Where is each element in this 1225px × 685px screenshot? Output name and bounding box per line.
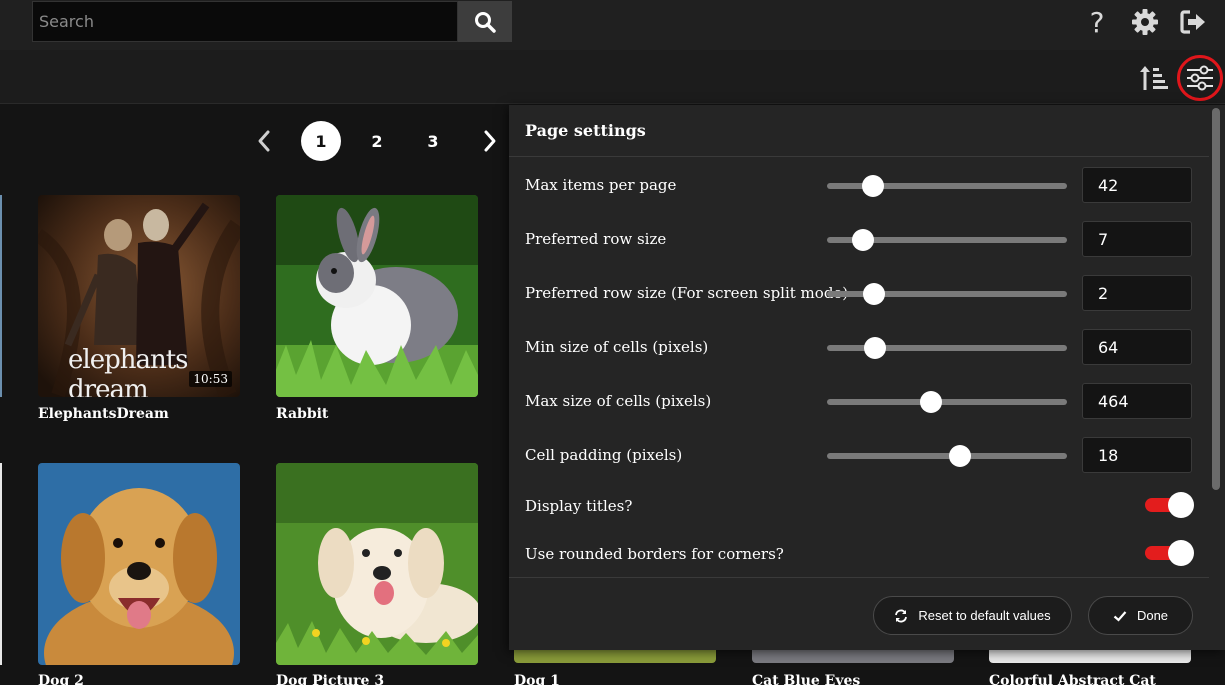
max-cell-size-field[interactable]: 464 xyxy=(1082,383,1192,419)
setting-label: Min size of cells (pixels) xyxy=(525,338,709,356)
setting-label: Max size of cells (pixels) xyxy=(525,392,712,410)
gallery-item-thumbnail[interactable] xyxy=(276,463,478,665)
search-icon xyxy=(475,11,496,33)
cell-padding-slider[interactable] xyxy=(827,445,1067,467)
max-items-slider[interactable] xyxy=(827,175,1067,197)
previous-page-icon[interactable] xyxy=(254,129,274,153)
page-button-1[interactable]: 1 xyxy=(301,121,341,161)
gallery-item-thumbnail[interactable] xyxy=(514,650,716,663)
panel-scrollbar[interactable] xyxy=(1212,108,1220,490)
page-settings-button[interactable] xyxy=(1177,55,1223,101)
page-button-2[interactable]: 2 xyxy=(357,121,397,161)
done-label: Done xyxy=(1136,608,1169,623)
toolbar xyxy=(0,50,1225,104)
slider-thumb[interactable] xyxy=(864,337,886,359)
setting-label: Max items per page xyxy=(525,176,677,194)
rounded-borders-toggle[interactable] xyxy=(1145,539,1194,567)
divider xyxy=(509,577,1209,578)
reset-defaults-button[interactable]: Reset to default values xyxy=(873,596,1072,635)
min-cell-size-field[interactable]: 64 xyxy=(1082,329,1192,365)
split-row-size-field[interactable]: 2 xyxy=(1082,275,1192,311)
sort-ascending-icon[interactable] xyxy=(1139,64,1169,92)
sliders-icon xyxy=(1187,65,1213,91)
gallery-item-title: Dog 2 xyxy=(38,673,84,685)
gallery-item-title: Rabbit xyxy=(276,406,329,422)
gallery-item-thumbnail[interactable] xyxy=(752,650,954,663)
next-page-icon[interactable] xyxy=(480,129,500,153)
cell-padding-field[interactable]: 18 xyxy=(1082,437,1192,473)
done-button[interactable]: Done xyxy=(1088,596,1193,635)
gallery-item-thumbnail[interactable] xyxy=(38,463,240,665)
partial-thumbnail xyxy=(0,195,2,397)
setting-label: Cell padding (pixels) xyxy=(525,446,683,464)
help-icon[interactable]: ? xyxy=(1081,6,1113,39)
gallery-item-title: Colorful Abstract Cat xyxy=(989,673,1156,685)
split-row-size-slider[interactable] xyxy=(827,283,1067,305)
panel-title: Page settings xyxy=(525,121,646,140)
checkmark-icon xyxy=(1113,610,1127,622)
gallery-item-thumbnail[interactable]: elephants dream 10:53 xyxy=(38,195,240,397)
setting-label: Display titles? xyxy=(525,497,633,515)
setting-label: Use rounded borders for corners? xyxy=(525,545,784,563)
search-input[interactable] xyxy=(32,1,458,42)
display-titles-toggle[interactable] xyxy=(1145,491,1194,519)
gallery-item-title: Dog Picture 3 xyxy=(276,673,385,685)
slider-thumb[interactable] xyxy=(862,283,885,305)
gear-icon[interactable] xyxy=(1129,6,1161,38)
reset-label: Reset to default values xyxy=(918,608,1051,623)
partial-thumbnail xyxy=(0,463,2,665)
gallery-item-title: ElephantsDream xyxy=(38,406,169,422)
max-cell-size-slider[interactable] xyxy=(827,391,1067,413)
search-button[interactable] xyxy=(458,1,512,42)
gallery-item-title: Cat Blue Eyes xyxy=(752,673,861,685)
logout-icon[interactable] xyxy=(1177,6,1209,38)
page-button-3[interactable]: 3 xyxy=(413,121,453,161)
gallery-item-title: Dog 1 xyxy=(514,673,560,685)
divider xyxy=(509,156,1209,157)
slider-thumb[interactable] xyxy=(861,175,884,197)
row-size-slider[interactable] xyxy=(827,229,1067,251)
setting-label: Preferred row size xyxy=(525,230,667,248)
video-duration-badge: 10:53 xyxy=(189,371,232,387)
row-size-field[interactable]: 7 xyxy=(1082,221,1192,257)
slider-thumb[interactable] xyxy=(852,229,874,251)
max-items-field[interactable]: 42 xyxy=(1082,167,1192,203)
setting-label: Preferred row size (For screen split mod… xyxy=(525,284,849,302)
refresh-icon xyxy=(895,609,908,622)
gallery-item-thumbnail[interactable] xyxy=(276,195,478,397)
min-cell-size-slider[interactable] xyxy=(827,337,1067,359)
gallery-item-thumbnail[interactable] xyxy=(989,650,1191,663)
